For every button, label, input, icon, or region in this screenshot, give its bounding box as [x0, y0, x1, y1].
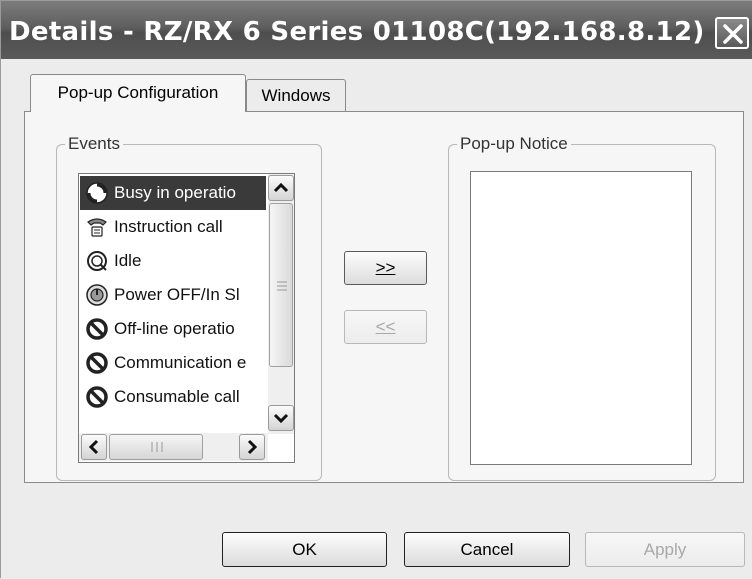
ok-button[interactable]: OK — [222, 532, 387, 567]
window-title: Details - RZ/RX 6 Series 01108C(192.168.… — [9, 17, 705, 47]
busy-icon — [86, 182, 108, 204]
scroll-down-button[interactable] — [268, 405, 294, 431]
scroll-left-button[interactable] — [81, 434, 107, 460]
chevron-down-icon — [273, 413, 289, 424]
title-bar[interactable]: Details - RZ/RX 6 Series 01108C(192.168.… — [1, 1, 752, 59]
list-item-instruction-call[interactable]: Instruction call — [80, 210, 266, 244]
list-item-label: Consumable call — [114, 387, 240, 406]
no-symbol-icon — [86, 352, 108, 374]
power-off-icon — [86, 284, 108, 306]
list-item-label: Idle — [114, 251, 142, 270]
list-item-power-off[interactable]: Power OFF/In Sl — [80, 278, 266, 312]
horizontal-scroll-thumb[interactable] — [109, 434, 203, 460]
idle-icon — [87, 251, 107, 271]
chevron-right-icon — [247, 439, 258, 455]
tab-popup-configuration[interactable]: Pop-up Configuration — [30, 74, 246, 112]
no-symbol-icon — [86, 318, 108, 340]
events-listbox[interactable]: Busy in operatio Instruction call Idle P… — [78, 173, 295, 463]
popup-notice-listbox[interactable] — [470, 171, 692, 465]
close-button[interactable] — [715, 17, 749, 49]
apply-button[interactable]: Apply — [585, 532, 745, 567]
list-item-label: Communication e — [114, 353, 247, 372]
scroll-right-button[interactable] — [239, 434, 265, 460]
list-item-idle[interactable]: Idle — [80, 244, 266, 278]
cancel-button[interactable]: Cancel — [404, 532, 570, 567]
events-group: Events Busy in operatio Instruction call — [56, 134, 322, 481]
list-item-busy[interactable]: Busy in operatio — [80, 176, 266, 210]
no-symbol-icon — [86, 386, 108, 408]
popup-notice-group-label: Pop-up Notice — [457, 134, 571, 154]
close-icon — [723, 24, 743, 44]
vertical-scroll-thumb[interactable] — [269, 203, 293, 367]
add-button[interactable]: >> — [344, 251, 427, 285]
chevron-up-icon — [273, 182, 289, 193]
grip-icon — [151, 442, 163, 452]
list-item-label: Instruction call — [114, 217, 223, 236]
instruction-call-icon — [87, 218, 107, 237]
list-item-offline[interactable]: Off-line operatio — [80, 312, 266, 346]
list-item-label: Power OFF/In Sl — [114, 285, 240, 304]
chevron-left-icon — [88, 439, 99, 455]
list-item-consumable-call[interactable]: Consumable call — [80, 380, 266, 414]
popup-notice-group: Pop-up Notice — [448, 134, 716, 481]
grip-icon — [277, 281, 287, 291]
scroll-up-button[interactable] — [268, 175, 294, 201]
remove-button[interactable]: << — [344, 310, 427, 344]
list-item-communication[interactable]: Communication e — [80, 346, 266, 380]
tab-windows[interactable]: Windows — [246, 79, 346, 111]
list-item-label: Busy in operatio — [114, 183, 236, 202]
events-group-label: Events — [65, 134, 123, 154]
list-item-label: Off-line operatio — [114, 319, 235, 338]
details-dialog: Details - RZ/RX 6 Series 01108C(192.168.… — [0, 0, 752, 579]
